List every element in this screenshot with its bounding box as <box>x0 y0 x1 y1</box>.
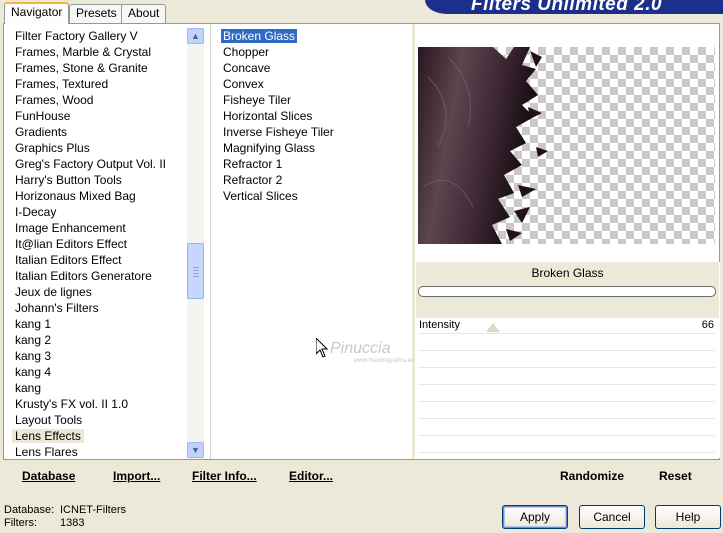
help-button[interactable]: Help <box>655 505 721 529</box>
intensity-slider-marker[interactable] <box>486 323 500 332</box>
category-item[interactable]: Horizonaus Mixed Bag <box>12 189 139 203</box>
category-item[interactable]: kang 1 <box>12 317 54 331</box>
database-button[interactable]: Database <box>22 469 75 483</box>
category-list[interactable]: Filter Factory Gallery V Frames, Marble … <box>4 24 204 459</box>
filter-list[interactable]: Broken Glass Chopper Concave Convex Fish… <box>214 24 410 459</box>
title-banner: Filters Unlimited 2.0 <box>425 0 723 14</box>
category-item[interactable]: kang <box>12 381 44 395</box>
parameter-row-empty <box>418 351 715 368</box>
tab-about[interactable]: About <box>121 4 167 23</box>
parameter-row-empty <box>418 419 715 436</box>
category-item[interactable]: Greg's Factory Output Vol. II <box>12 157 169 171</box>
filter-preview[interactable] <box>418 47 715 244</box>
filter-item[interactable]: Refractor 1 <box>221 157 284 171</box>
category-item[interactable]: kang 4 <box>12 365 54 379</box>
reset-button[interactable]: Reset <box>659 469 692 483</box>
database-label: Database: <box>4 504 55 516</box>
category-item[interactable]: Layout Tools <box>12 413 85 427</box>
parameter-label: Intensity <box>419 319 460 331</box>
filter-info-button[interactable]: Filter Info... <box>192 469 257 483</box>
database-value: ICNET-Filters <box>60 504 126 516</box>
parameter-row-empty <box>418 368 715 385</box>
category-item[interactable]: Italian Editors Generatore <box>12 269 155 283</box>
mouse-pointer-icon <box>315 336 329 361</box>
category-item[interactable]: Lens Flares <box>12 445 81 459</box>
category-item[interactable]: kang 3 <box>12 349 54 363</box>
banner-title: Filters Unlimited 2.0 <box>471 0 663 14</box>
list-divider <box>210 24 211 459</box>
category-scrollbar[interactable]: ▲ ▼ <box>187 28 204 459</box>
category-item[interactable]: FunHouse <box>12 109 73 123</box>
filter-item[interactable]: Refractor 2 <box>221 173 284 187</box>
category-item[interactable]: Frames, Stone & Granite <box>12 61 151 75</box>
tab-presets[interactable]: Presets <box>69 4 124 23</box>
category-item[interactable]: kang 2 <box>12 333 54 347</box>
scroll-up-icon[interactable]: ▲ <box>187 28 204 44</box>
parameter-value: 66 <box>701 319 714 331</box>
category-item[interactable]: Frames, Textured <box>12 77 111 91</box>
category-item[interactable]: I-Decay <box>12 205 59 219</box>
category-item[interactable]: Krusty's FX vol. II 1.0 <box>12 397 131 411</box>
category-item[interactable]: Image Enhancement <box>12 221 129 235</box>
progress-bar <box>418 286 716 297</box>
parameter-row-empty <box>418 436 715 453</box>
preview-filter-name: Broken Glass <box>531 266 604 280</box>
parameter-row-empty <box>418 385 715 402</box>
watermark: Pinuccia www.maidiregrafica.eu <box>330 340 415 364</box>
import-button[interactable]: Import... <box>113 469 160 483</box>
parameter-row-empty <box>418 402 715 419</box>
category-item[interactable]: Johann's Filters <box>12 301 102 315</box>
filters-count-value: 1383 <box>60 517 85 529</box>
preview-image <box>418 47 548 244</box>
category-item[interactable]: Filter Factory Gallery V <box>12 29 141 43</box>
category-item[interactable]: Graphics Plus <box>12 141 93 155</box>
parameter-row[interactable] <box>418 317 715 334</box>
filter-item[interactable]: Chopper <box>221 45 271 59</box>
filter-item[interactable]: Magnifying Glass <box>221 141 317 155</box>
category-item[interactable]: It@lian Editors Effect <box>12 237 130 251</box>
filter-item[interactable]: Vertical Slices <box>221 189 300 203</box>
cancel-button[interactable]: Cancel <box>579 505 645 529</box>
category-item[interactable]: Italian Editors Effect <box>12 253 125 267</box>
scrollbar-thumb[interactable] <box>187 243 204 299</box>
tab-navigator[interactable]: Navigator <box>4 2 70 24</box>
filter-item[interactable]: Inverse Fisheye Tiler <box>221 125 336 139</box>
category-item[interactable]: Harry's Button Tools <box>12 173 125 187</box>
filter-item[interactable]: Concave <box>221 61 272 75</box>
category-item[interactable]: Frames, Wood <box>12 93 96 107</box>
filter-item-selected[interactable]: Broken Glass <box>221 29 298 43</box>
filter-item[interactable]: Convex <box>221 77 266 91</box>
filter-item[interactable]: Fisheye Tiler <box>221 93 293 107</box>
category-item[interactable]: Frames, Marble & Crystal <box>12 45 154 59</box>
filters-count-label: Filters: <box>4 517 37 529</box>
parameter-row-empty <box>418 334 715 351</box>
randomize-button[interactable]: Randomize <box>560 469 624 483</box>
category-item-selected[interactable]: Lens Effects <box>12 429 84 443</box>
scroll-down-icon[interactable]: ▼ <box>187 442 204 458</box>
filter-item[interactable]: Horizontal Slices <box>221 109 314 123</box>
editor-button[interactable]: Editor... <box>289 469 333 483</box>
apply-button[interactable]: Apply <box>502 505 568 529</box>
category-item[interactable]: Jeux de lignes <box>12 285 95 299</box>
category-item[interactable]: Gradients <box>12 125 70 139</box>
